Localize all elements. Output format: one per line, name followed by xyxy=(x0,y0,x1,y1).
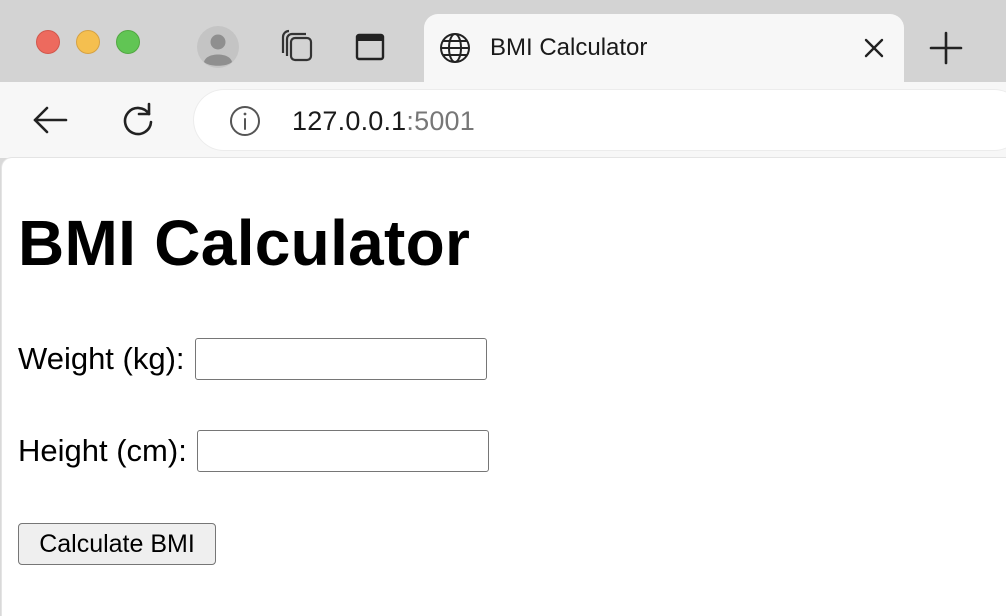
page-content: BMI Calculator Weight (kg): Height (cm):… xyxy=(2,158,1006,616)
collections-icon[interactable] xyxy=(278,27,318,67)
reload-icon[interactable] xyxy=(116,98,160,142)
globe-icon xyxy=(438,31,472,65)
navigation-bar: 127.0.0.1:5001 xyxy=(0,82,1006,158)
plus-icon[interactable] xyxy=(924,26,968,70)
calculate-bmi-button[interactable]: Calculate BMI xyxy=(18,523,216,565)
zoom-window-button[interactable] xyxy=(116,30,140,54)
url-host: 127.0.0.1 xyxy=(292,106,407,136)
tab-title: BMI Calculator xyxy=(490,34,648,61)
minimize-window-button[interactable] xyxy=(76,30,100,54)
tab-active[interactable]: BMI Calculator xyxy=(424,14,904,82)
close-icon[interactable] xyxy=(862,36,886,60)
back-arrow-icon[interactable] xyxy=(28,100,72,140)
height-input[interactable] xyxy=(196,430,489,472)
url-text[interactable]: 127.0.0.1:5001 xyxy=(292,106,475,137)
weight-row: Weight (kg): xyxy=(18,338,487,380)
info-icon[interactable] xyxy=(228,104,262,138)
address-bar[interactable]: 127.0.0.1:5001 xyxy=(194,90,1006,150)
close-window-button[interactable] xyxy=(36,30,60,54)
tab-actions-icon[interactable] xyxy=(350,27,390,67)
page-title: BMI Calculator xyxy=(18,207,471,279)
browser-window: BMI Calculator 127.0.0.1:5001 BMI Calcul… xyxy=(0,0,1006,616)
profile-icon[interactable] xyxy=(196,25,240,69)
tab-bar: BMI Calculator xyxy=(0,0,1006,82)
height-label: Height (cm): xyxy=(18,433,187,468)
weight-input[interactable] xyxy=(194,338,487,380)
url-port: :5001 xyxy=(406,106,475,136)
weight-label: Weight (kg): xyxy=(18,341,185,376)
height-row: Height (cm): xyxy=(18,430,489,472)
